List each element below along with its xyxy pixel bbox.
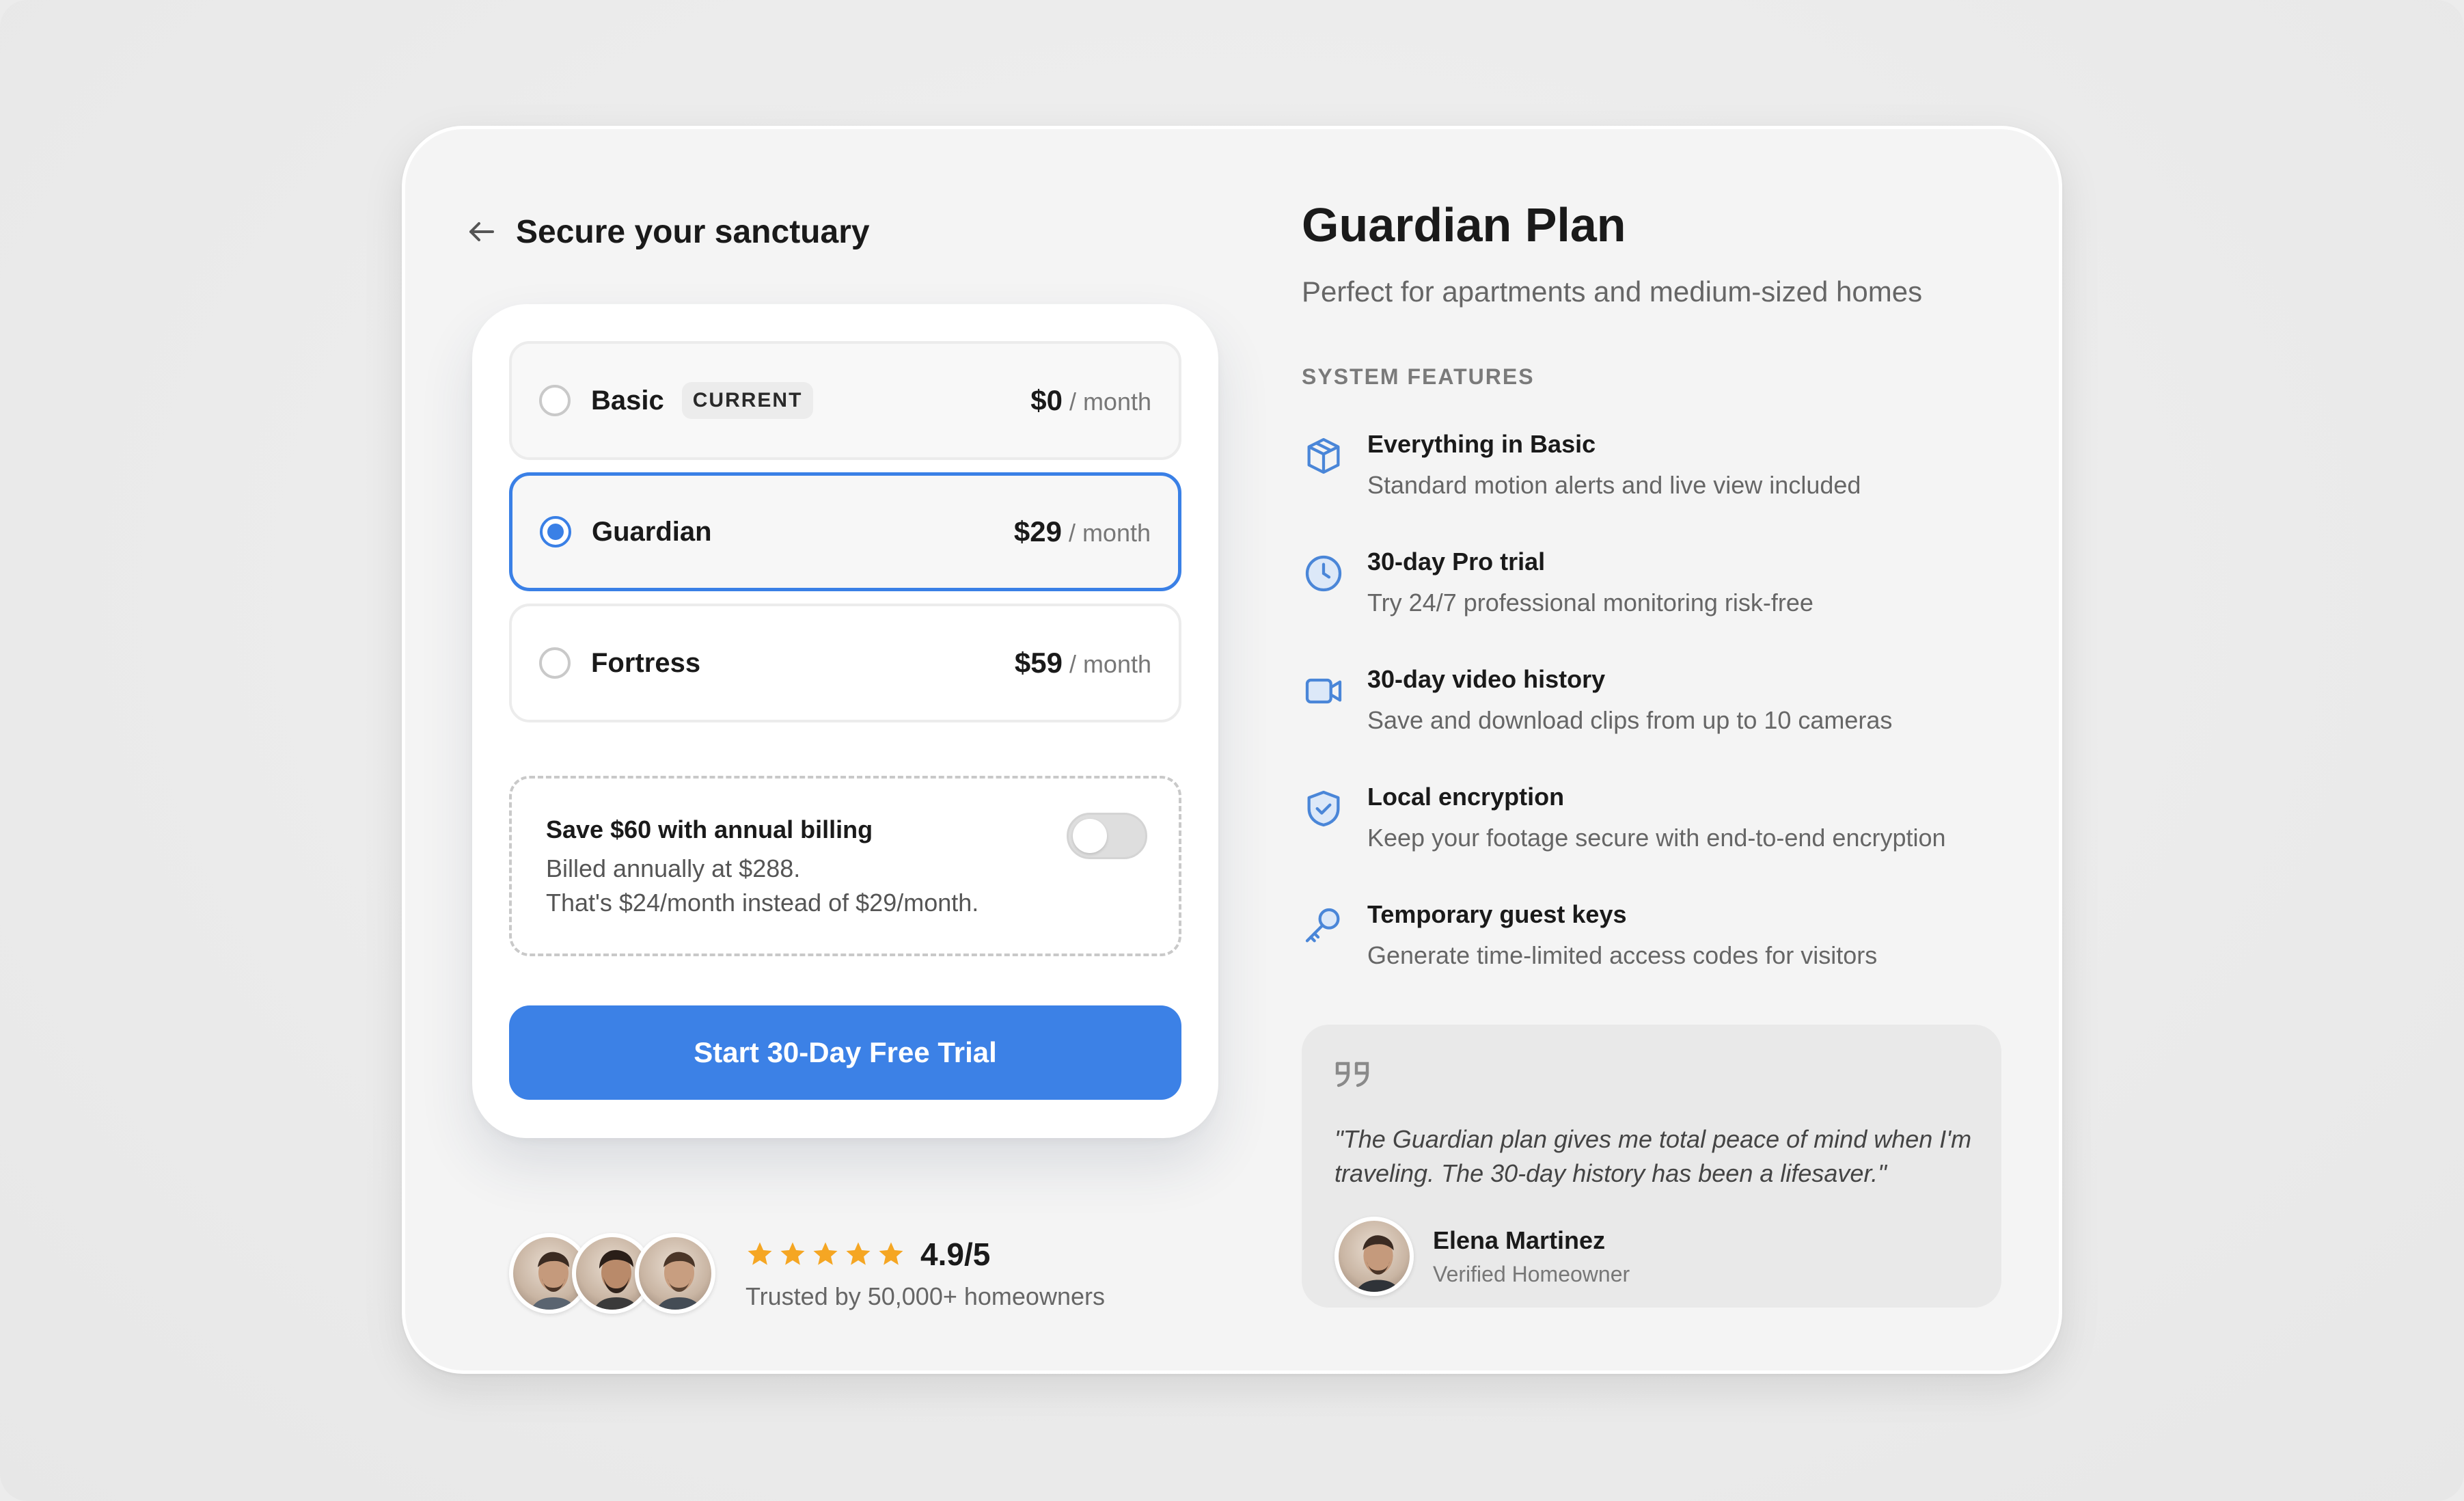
testimonial-card: "The Guardian plan gives me total peace … <box>1302 1025 2001 1308</box>
key-icon <box>1305 908 1340 943</box>
plan-details-title: Guardian Plan <box>1302 198 1626 252</box>
plan-price: $59 / month <box>1015 647 1151 679</box>
plan-price: $29 / month <box>1014 515 1151 548</box>
testimonial-author: Elena Martinez Verified Homeowner <box>1334 1217 1969 1296</box>
plan-option-fortress[interactable]: Fortress $59 / month <box>509 604 1181 722</box>
avatar <box>635 1233 715 1314</box>
plan-name: Guardian <box>592 516 712 547</box>
rating-block: 4.9/5 Trusted by 50,000+ homeowners <box>745 1236 1105 1311</box>
star-icon <box>813 1242 838 1265</box>
back-arrow-icon[interactable] <box>465 215 498 248</box>
testimonial-text: "The Guardian plan gives me total peace … <box>1334 1125 1972 1187</box>
social-proof: 4.9/5 Trusted by 50,000+ homeowners <box>509 1230 1105 1317</box>
feature-description: Save and download clips from up to 10 ca… <box>1367 706 1893 734</box>
star-icon <box>748 1242 772 1265</box>
features-heading: SYSTEM FEATURES <box>1302 364 1535 389</box>
plan-name: Fortress <box>591 647 701 678</box>
feature-description: Keep your footage secure with end-to-end… <box>1367 824 1946 852</box>
annual-billing-toggle[interactable] <box>1067 813 1147 859</box>
rating-value: 4.9/5 <box>920 1236 991 1272</box>
plan-price: $0 / month <box>1030 384 1151 417</box>
box-icon <box>1307 437 1340 474</box>
plan-radio-fortress[interactable] <box>539 647 571 679</box>
header-row: Secure your sanctuary <box>465 204 870 259</box>
trusted-by-text: Trusted by 50,000+ homeowners <box>745 1282 1105 1310</box>
feature-item: Local encryption Keep your footage secur… <box>1302 783 2012 871</box>
annual-billing-comparison: That's $24/month instead of $29/month. <box>546 889 979 917</box>
shield-check-icon <box>1307 790 1340 827</box>
feature-title: Temporary guest keys <box>1367 900 1627 928</box>
price-unit: / month <box>1069 388 1151 416</box>
price-amount: $59 <box>1014 647 1063 679</box>
annual-billing-box: Save $60 with annual billing Billed annu… <box>509 776 1181 956</box>
clock-icon <box>1305 555 1342 592</box>
toggle-knob <box>1073 819 1107 853</box>
page-background: Secure your sanctuary Basic CURRENT $0 /… <box>0 0 2464 1501</box>
star-icon <box>846 1242 871 1265</box>
plan-option-basic[interactable]: Basic CURRENT $0 / month <box>509 341 1181 460</box>
video-camera-icon <box>1305 678 1342 704</box>
star-icon <box>879 1242 903 1265</box>
quote-icon <box>1335 1061 1369 1087</box>
price-amount: $29 <box>1013 515 1062 547</box>
feature-title: 30-day video history <box>1367 665 1606 693</box>
start-trial-button[interactable]: Start 30-Day Free Trial <box>509 1005 1181 1100</box>
feature-title: 30-day Pro trial <box>1367 547 1546 576</box>
feature-description: Standard motion alerts and live view inc… <box>1367 471 1861 499</box>
feature-description: Try 24/7 professional monitoring risk-fr… <box>1367 589 1813 617</box>
plan-radio-basic[interactable] <box>539 385 571 416</box>
author-role: Verified Homeowner <box>1433 1261 1630 1286</box>
plan-option-guardian[interactable]: Guardian $29 / month <box>509 472 1181 591</box>
feature-title: Everything in Basic <box>1367 430 1596 458</box>
annual-billing-detail: Billed annually at $288. <box>546 854 801 882</box>
feature-description: Generate time-limited access codes for v… <box>1367 941 1878 969</box>
price-amount: $0 <box>1030 384 1063 416</box>
feature-item: Everything in Basic Standard motion aler… <box>1302 430 2012 519</box>
author-avatar <box>1334 1217 1414 1296</box>
feature-item: Temporary guest keys Generate time-limit… <box>1302 900 2012 989</box>
feature-title: Local encryption <box>1367 783 1565 811</box>
star-rating: 4.9/5 <box>745 1236 1105 1273</box>
star-icon <box>780 1242 805 1265</box>
annual-billing-title: Save $60 with annual billing <box>546 815 873 843</box>
plan-selector-panel: Basic CURRENT $0 / month Guardian $29 / … <box>472 304 1218 1138</box>
author-name: Elena Martinez <box>1433 1226 1606 1254</box>
price-unit: / month <box>1069 650 1151 678</box>
avatar-group <box>509 1233 715 1314</box>
current-badge: CURRENT <box>681 382 814 419</box>
plan-name: Basic <box>591 385 664 416</box>
plan-radio-guardian[interactable] <box>540 516 571 547</box>
price-unit: / month <box>1068 519 1151 547</box>
checkout-card: Secure your sanctuary Basic CURRENT $0 /… <box>402 126 2062 1374</box>
page-title: Secure your sanctuary <box>516 213 870 250</box>
feature-item: 30-day video history Save and download c… <box>1302 665 2012 754</box>
feature-item: 30-day Pro trial Try 24/7 professional m… <box>1302 547 2012 636</box>
plan-details-subtitle: Perfect for apartments and medium-sized … <box>1302 275 1923 308</box>
